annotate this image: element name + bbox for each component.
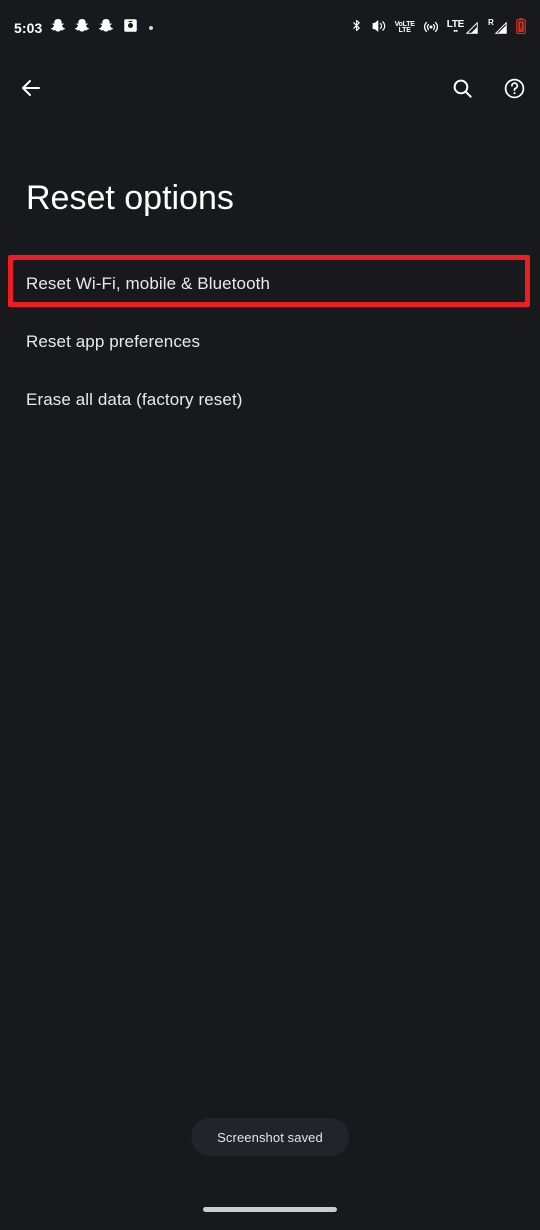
list-item-label: Reset app preferences (26, 332, 201, 351)
lte-bottom-label: ▪▪ (453, 28, 458, 36)
lte-signal-icon: LTE ▪▪ (447, 20, 479, 36)
hotspot-icon (423, 18, 439, 39)
toast-notification: Screenshot saved (191, 1118, 349, 1156)
app-toolbar (0, 60, 540, 116)
snapchat-icon (51, 18, 66, 38)
list-item-label: Erase all data (factory reset) (26, 390, 243, 409)
back-button[interactable] (14, 71, 48, 105)
lte-label-group: LTE ▪▪ (447, 20, 465, 36)
snapchat-icon (99, 18, 114, 38)
more-notifications-dot-icon (149, 26, 154, 30)
battery-low-icon (516, 17, 526, 39)
search-button[interactable] (445, 71, 479, 105)
status-bar: 5:03 VoLTE LTE LTE ▪▪ R (0, 0, 540, 56)
list-item-label: Reset Wi-Fi, mobile & Bluetooth (26, 274, 271, 293)
system-navigation-bar (0, 1182, 540, 1230)
bluetooth-icon (350, 18, 363, 38)
toast-message: Screenshot saved (217, 1129, 323, 1145)
screenshot-icon (123, 18, 138, 38)
snapchat-icon (75, 18, 90, 38)
roaming-label: R (488, 18, 494, 27)
help-button[interactable] (497, 71, 531, 105)
status-bar-left: 5:03 (14, 18, 154, 38)
help-circle-icon (504, 78, 524, 98)
volte-bottom-label: LTE (398, 27, 411, 34)
list-item-reset-network[interactable]: Reset Wi-Fi, mobile & Bluetooth (0, 255, 540, 313)
arrow-back-icon (22, 80, 40, 96)
search-icon (453, 79, 472, 98)
volte-icon: VoLTE LTE (395, 21, 415, 34)
status-clock: 5:03 (14, 20, 43, 36)
list-item-erase-all-data[interactable]: Erase all data (factory reset) (0, 371, 540, 429)
status-bar-right: VoLTE LTE LTE ▪▪ R (350, 17, 526, 39)
roaming-signal-icon: R (487, 18, 508, 35)
list-item-reset-app-preferences[interactable]: Reset app preferences (0, 313, 540, 371)
vibrate-icon (371, 19, 387, 38)
home-gesture-pill[interactable] (203, 1206, 337, 1212)
reset-options-list: Reset Wi-Fi, mobile & Bluetooth Reset ap… (0, 255, 540, 429)
page-title: Reset options (26, 179, 234, 217)
